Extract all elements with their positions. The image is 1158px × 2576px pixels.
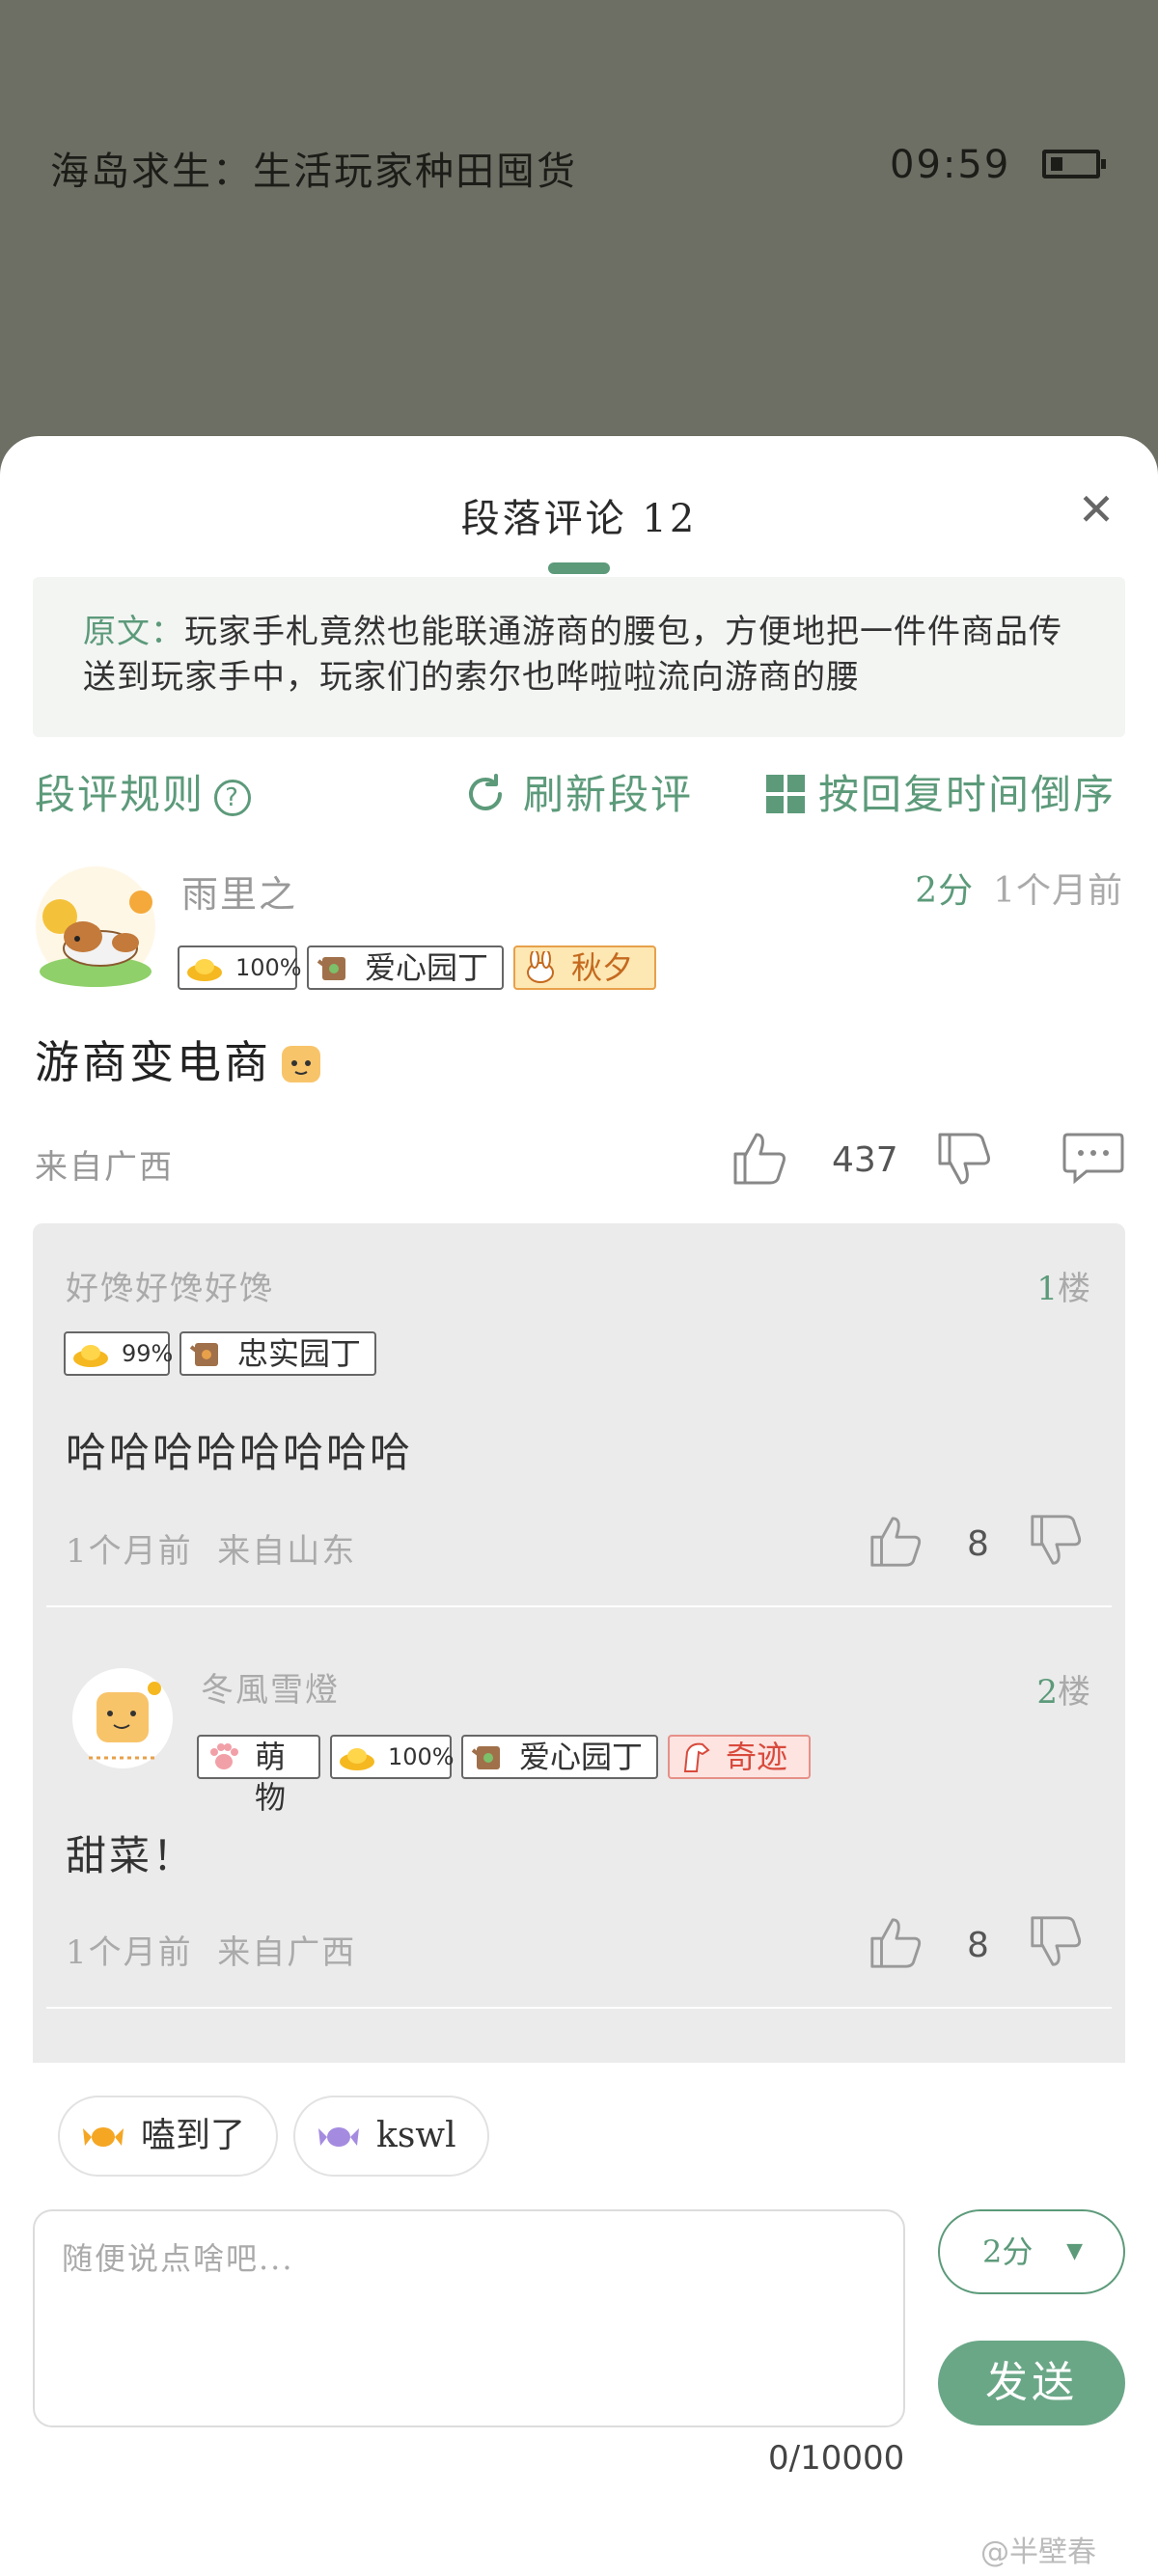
paw-icon bbox=[210, 1743, 238, 1769]
quote-text: 玩家手札竟然也能联通游商的腰包，方便地把一件件商品传送到玩家手中，玩家们的索尔也… bbox=[83, 613, 1062, 697]
dislike-icon[interactable] bbox=[1027, 1511, 1085, 1569]
reply-text: 甜菜！ bbox=[66, 1832, 197, 1879]
avatar[interactable] bbox=[69, 1665, 176, 1771]
gold-rate-badge[interactable]: 100% bbox=[330, 1735, 455, 1779]
like-icon[interactable] bbox=[730, 1129, 789, 1189]
close-button[interactable]: ✕ bbox=[1073, 486, 1119, 533]
horse-icon bbox=[683, 1742, 710, 1772]
loyal-gardener-badge[interactable]: 忠实园丁 bbox=[179, 1331, 376, 1376]
sort-button[interactable]: 按回复时间倒序 bbox=[766, 762, 1116, 820]
like-icon[interactable] bbox=[867, 1513, 924, 1571]
comment-time: 1个月前 bbox=[993, 871, 1123, 911]
original-quote: 原文：玩家手札竟然也能联通游商的腰包，方便地把一件件商品传送到玩家手中，玩家们的… bbox=[33, 577, 1125, 737]
rules-link[interactable]: 段评规则? bbox=[35, 762, 252, 820]
avatar[interactable] bbox=[33, 863, 158, 989]
watering-can-icon bbox=[189, 1343, 218, 1366]
watermark: @半壁春 bbox=[980, 2535, 1096, 2569]
clock: 09:59 bbox=[890, 143, 1011, 187]
dislike-icon[interactable] bbox=[1027, 1912, 1085, 1970]
book-title: 海岛求生：生活玩家种田囤货 bbox=[50, 150, 577, 194]
rabbit-icon bbox=[527, 951, 554, 983]
gardener-badge[interactable]: 爱心园丁 bbox=[461, 1735, 658, 1779]
cute-badge[interactable]: 萌物 bbox=[197, 1735, 320, 1816]
watering-can-icon bbox=[471, 1746, 500, 1769]
refresh-label: 刷新段评 bbox=[523, 771, 694, 818]
gardener-badge[interactable]: 爱心园丁 bbox=[307, 945, 504, 990]
miracle-badge[interactable]: 奇迹 bbox=[668, 1735, 811, 1779]
autumn-badge[interactable]: 秋夕 bbox=[513, 945, 656, 990]
sheet-title: 段落评论 12 bbox=[460, 497, 698, 541]
caret-down-icon: ▼ bbox=[1066, 2239, 1083, 2263]
like-count: 437 bbox=[832, 1140, 898, 1180]
comment-text: 游商变电商 bbox=[35, 1028, 323, 1091]
help-icon: ? bbox=[214, 780, 252, 816]
reply-icon[interactable] bbox=[1062, 1131, 1125, 1185]
comment-score: 2分 bbox=[915, 871, 975, 911]
watering-can-icon bbox=[317, 957, 345, 980]
gold-ingot-icon bbox=[73, 1345, 108, 1367]
comment-input[interactable]: 随便说点啥吧... bbox=[33, 2209, 905, 2427]
like-count: 8 bbox=[967, 1524, 989, 1564]
comment-location: 来自广西 bbox=[35, 1148, 174, 1187]
reply-floor: 2楼 bbox=[1036, 1673, 1090, 1712]
reply-meta: 1个月前 来自山东 bbox=[66, 1532, 357, 1571]
reaction-chip-kswl[interactable]: kswl bbox=[293, 2096, 489, 2177]
candy-icon bbox=[83, 2127, 124, 2147]
reply-meta: 1个月前 来自广西 bbox=[66, 1933, 357, 1972]
rules-label: 段评规则 bbox=[35, 771, 206, 818]
send-button[interactable]: 发送 bbox=[938, 2341, 1125, 2425]
gold-ingot-icon bbox=[340, 1748, 374, 1770]
gold-rate-badge[interactable]: 100% bbox=[178, 945, 302, 990]
grid-icon bbox=[766, 775, 805, 813]
title-indicator bbox=[548, 562, 610, 574]
reply-floor: 1楼 bbox=[1036, 1270, 1090, 1308]
gold-ingot-icon bbox=[187, 959, 222, 981]
candy-icon bbox=[318, 2127, 359, 2147]
reader-background: 海岛求生：生活玩家种田囤货 09:59 bbox=[0, 0, 1158, 463]
sort-label: 按回复时间倒序 bbox=[818, 771, 1117, 818]
like-count: 8 bbox=[967, 1926, 989, 1965]
char-count: 0/10000 bbox=[768, 2439, 905, 2478]
reply-text: 哈哈哈哈哈哈哈哈 bbox=[66, 1429, 414, 1476]
reply-divider bbox=[46, 1605, 1112, 1607]
reply-divider bbox=[46, 2007, 1112, 2009]
refresh-button[interactable]: 刷新段评 bbox=[463, 762, 693, 820]
refresh-icon bbox=[469, 774, 502, 810]
reaction-chip-kedaole[interactable]: 嗑到了 bbox=[58, 2096, 279, 2177]
reply-username[interactable]: 好馋好馋好馋 bbox=[66, 1262, 274, 1309]
comment-username[interactable]: 雨里之 bbox=[181, 864, 297, 918]
like-icon[interactable] bbox=[867, 1914, 924, 1972]
battery-icon bbox=[1042, 150, 1106, 178]
dislike-icon[interactable] bbox=[934, 1129, 994, 1189]
smile-emoji-icon bbox=[282, 1046, 320, 1082]
gold-rate-badge[interactable]: 99% bbox=[64, 1331, 173, 1376]
comment-meta: 2分 1个月前 bbox=[915, 863, 1123, 913]
score-select[interactable]: 2分 ▼ bbox=[938, 2209, 1125, 2294]
reply-username[interactable]: 冬風雪燈 bbox=[201, 1663, 340, 1711]
quote-label: 原文： bbox=[83, 613, 184, 651]
